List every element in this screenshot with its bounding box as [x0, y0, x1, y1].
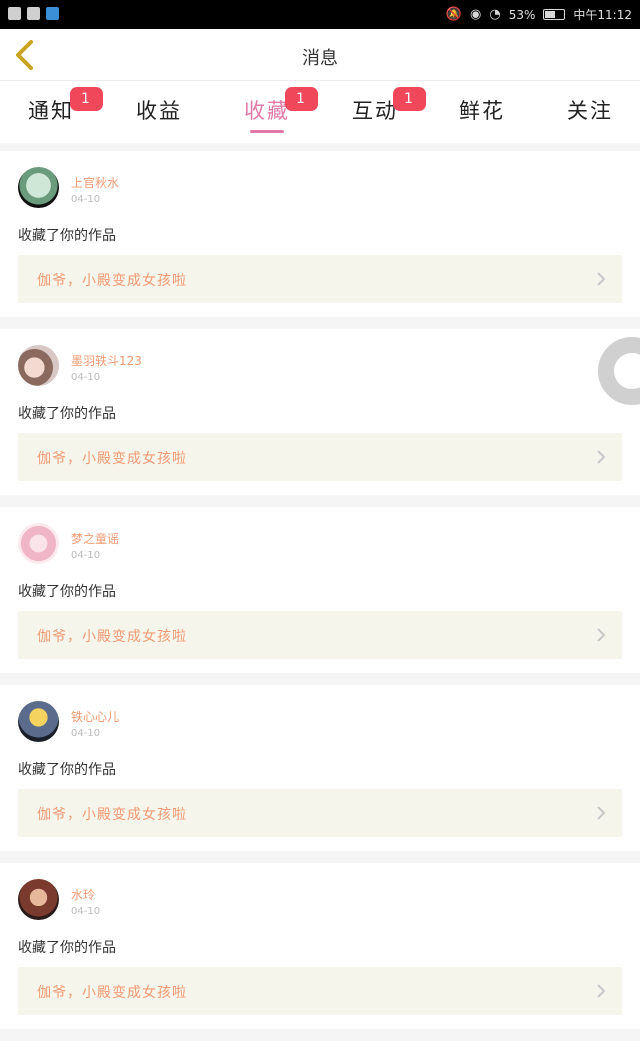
work-title: 伽爷，小殿变成女孩啦 — [37, 273, 187, 289]
work-link[interactable]: 伽爷，小殿变成女孩啦 — [18, 433, 622, 481]
battery-icon — [543, 9, 566, 20]
page-title: 消息 — [302, 48, 338, 69]
tab-flowers[interactable]: 鲜花 — [427, 95, 537, 125]
work-link[interactable]: 伽爷，小殿变成女孩啦 — [18, 611, 622, 659]
username[interactable]: 墨羽轶斗123 — [71, 352, 142, 369]
avatar[interactable] — [18, 701, 59, 742]
username[interactable]: 水玲 — [71, 886, 95, 903]
list-item: 铁心心儿 04-10 收藏了你的作品 伽爷，小殿变成女孩啦 — [0, 685, 640, 851]
avatar[interactable] — [18, 523, 59, 564]
work-link[interactable]: 伽爷，小殿变成女孩啦 — [18, 967, 622, 1015]
date: 04-10 — [71, 372, 101, 383]
work-title: 伽爷，小殿变成女孩啦 — [37, 629, 187, 645]
username[interactable]: 上官秋水 — [71, 174, 119, 191]
work-link[interactable]: 伽爷，小殿变成女孩啦 — [18, 789, 622, 837]
work-link[interactable]: 伽爷，小殿变成女孩啦 — [18, 255, 622, 303]
active-tab-indicator — [250, 130, 284, 133]
tab-label: 鲜花 — [459, 99, 505, 123]
date: 04-10 — [71, 906, 101, 917]
status-right: 🔕 ◉ ◔ 53% 中午11:12 — [446, 6, 632, 23]
action-text: 收藏了你的作品 — [18, 406, 116, 422]
tab-label: 收益 — [136, 99, 182, 123]
tab-label: 通知 — [28, 99, 74, 123]
tab-favorites[interactable]: 收藏 1 — [212, 87, 322, 125]
list-item: 梦之童谣 04-10 收藏了你的作品 伽爷，小殿变成女孩啦 — [0, 507, 640, 673]
mute-icon: 🔕 — [445, 7, 463, 22]
chevron-right-icon — [597, 628, 606, 642]
date: 04-10 — [71, 194, 101, 205]
chevron-right-icon — [597, 272, 606, 286]
chevron-right-icon — [597, 984, 606, 998]
username[interactable]: 铁心心儿 — [71, 708, 119, 725]
battery-percent: 53% — [508, 7, 536, 22]
status-bar: 🔕 ◉ ◔ 53% 中午11:12 — [0, 0, 640, 29]
favorites-badge: 1 — [285, 87, 318, 111]
status-left-icons — [8, 7, 59, 20]
message-list: 上官秋水 04-10 收藏了你的作品 伽爷，小殿变成女孩啦 墨羽轶斗123 04… — [0, 151, 640, 1041]
list-item: 墨羽轶斗123 04-10 收藏了你的作品 伽爷，小殿变成女孩啦 — [0, 329, 640, 495]
work-title: 伽爷，小殿变成女孩啦 — [37, 451, 187, 467]
date: 04-10 — [71, 550, 101, 561]
work-title: 伽爷，小殿变成女孩啦 — [37, 807, 187, 823]
tab-bar: 通知 1 收益 收藏 1 互动 1 鲜花 关注 — [0, 81, 640, 143]
action-text: 收藏了你的作品 — [18, 940, 116, 956]
tab-interaction[interactable]: 互动 1 — [320, 87, 430, 125]
chevron-right-icon — [597, 450, 606, 464]
avatar[interactable] — [18, 879, 59, 920]
interaction-badge: 1 — [393, 87, 426, 111]
action-text: 收藏了你的作品 — [18, 584, 116, 600]
eye-icon: ◉ — [470, 7, 482, 22]
tab-label: 互动 — [352, 99, 398, 123]
android-icon — [27, 7, 40, 20]
tab-notice[interactable]: 通知 1 — [0, 87, 106, 125]
wifi-icon: ◔ — [489, 7, 501, 22]
notice-badge: 1 — [70, 87, 103, 111]
tab-follow[interactable]: 关注 — [535, 95, 640, 125]
username[interactable]: 梦之童谣 — [71, 530, 119, 547]
list-item: 上官秋水 04-10 收藏了你的作品 伽爷，小殿变成女孩啦 — [0, 151, 640, 317]
date: 04-10 — [71, 728, 101, 739]
nav-bar: 消息 — [0, 29, 640, 81]
action-text: 收藏了你的作品 — [18, 762, 116, 778]
app-icon — [46, 7, 59, 20]
clock: 中午11:12 — [573, 8, 632, 22]
action-text: 收藏了你的作品 — [18, 228, 116, 244]
chevron-right-icon — [597, 806, 606, 820]
tab-earnings[interactable]: 收益 — [104, 95, 214, 125]
avatar[interactable] — [18, 345, 59, 386]
avatar[interactable] — [18, 167, 59, 208]
work-title: 伽爷，小殿变成女孩啦 — [37, 985, 187, 1001]
tab-label: 收藏 — [244, 99, 290, 123]
list-item: 水玲 04-10 收藏了你的作品 伽爷，小殿变成女孩啦 — [0, 863, 640, 1029]
tab-label: 关注 — [567, 99, 613, 123]
android-icon — [8, 7, 21, 20]
